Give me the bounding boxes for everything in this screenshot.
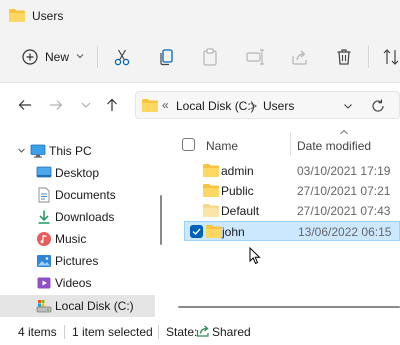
state-value: Shared	[212, 325, 251, 339]
share-icon[interactable]	[290, 47, 310, 67]
folder-icon	[206, 225, 222, 238]
paste-icon[interactable]	[200, 47, 220, 67]
sidebar-item-label: Videos	[55, 276, 92, 290]
sidebar-item-label: Desktop	[55, 166, 100, 180]
cut-icon[interactable]	[112, 47, 132, 67]
horizontal-scrollbar[interactable]	[178, 306, 400, 308]
sidebar-item-pictures[interactable]: Pictures	[0, 250, 155, 272]
drive-icon	[36, 300, 52, 313]
chevron-down-icon[interactable]	[17, 146, 26, 155]
copy-icon[interactable]	[156, 47, 176, 67]
status-divider	[64, 325, 65, 339]
chevron-down-icon[interactable]	[78, 97, 94, 113]
file-row-default[interactable]: Default 27/10/2021 07:43	[184, 201, 400, 221]
status-bar: 4 items 1 item selected State: Shared	[0, 319, 400, 345]
monitor-icon	[30, 144, 46, 158]
column-header-row: Name Date modified	[172, 127, 400, 157]
toolbar-divider	[97, 46, 98, 68]
sidebar-item-label: Documents	[55, 188, 116, 202]
file-date: 27/10/2021 07:21	[297, 184, 391, 198]
window-title: Users	[32, 9, 64, 23]
new-button[interactable]: New	[18, 43, 86, 71]
toolbar-divider	[368, 46, 369, 68]
desktop-icon	[36, 166, 52, 178]
sidebar-item-videos[interactable]: Videos	[0, 272, 155, 294]
sidebar-item-label: This PC	[49, 144, 92, 158]
file-row-admin[interactable]: admin 03/10/2021 17:19	[184, 161, 400, 181]
up-arrow-icon[interactable]	[104, 97, 120, 113]
sort-icon[interactable]	[382, 47, 400, 67]
select-all-checkbox[interactable]	[182, 138, 195, 151]
back-arrow-icon[interactable]	[17, 97, 33, 113]
new-button-label: New	[45, 50, 70, 64]
folder-icon	[9, 9, 25, 22]
column-header-name[interactable]: Name	[206, 139, 238, 153]
file-name: Default	[221, 204, 260, 218]
file-date: 03/10/2021 17:19	[297, 164, 391, 178]
breadcrumb-separator[interactable]: >	[250, 99, 257, 113]
documents-icon	[38, 187, 50, 203]
title-bar: Users	[0, 0, 400, 32]
navigation-bar: « Local Disk (C:) > Users	[0, 83, 400, 127]
sidebar-item-this-pc[interactable]: This PC	[0, 140, 155, 162]
music-icon	[37, 232, 51, 246]
navigation-pane: This PC Desktop Documents Downloads Musi…	[0, 127, 160, 319]
state-label: State:	[166, 325, 198, 339]
file-date: 13/06/2022 06:15	[298, 225, 392, 239]
chevron-down-icon[interactable]	[343, 102, 353, 110]
file-name: admin	[221, 164, 254, 178]
sidebar-item-label: Local Disk (C:)	[55, 299, 134, 313]
file-name: Public	[221, 184, 254, 198]
forward-arrow-icon[interactable]	[48, 97, 64, 113]
refresh-icon[interactable]	[370, 98, 386, 114]
rename-icon[interactable]	[245, 47, 265, 67]
breadcrumb-local-disk[interactable]: Local Disk (C:)	[176, 99, 255, 113]
sidebar-item-local-disk[interactable]: Local Disk (C:)	[0, 295, 155, 317]
breadcrumb-overflow[interactable]: «	[162, 98, 169, 112]
plus-circle-icon	[22, 49, 38, 65]
sort-chevron-icon	[340, 129, 348, 135]
address-bar[interactable]: « Local Disk (C:) > Users	[135, 91, 400, 119]
sidebar-item-label: Music	[55, 232, 87, 246]
file-row-john[interactable]: john 13/06/2022 06:15	[184, 221, 400, 241]
column-header-date-modified[interactable]: Date modified	[297, 139, 371, 153]
downloads-icon	[38, 210, 50, 224]
share-icon	[196, 325, 209, 337]
file-list: Name Date modified admin 03/10/2021 17:1…	[172, 127, 400, 319]
folder-icon	[203, 164, 219, 177]
folder-icon	[203, 204, 219, 217]
videos-icon	[37, 277, 51, 289]
sidebar-item-music[interactable]: Music	[0, 228, 155, 250]
file-row-public[interactable]: Public 27/10/2021 07:21	[184, 181, 400, 201]
folder-icon	[203, 184, 219, 197]
chevron-down-icon	[76, 54, 84, 59]
sidebar-item-desktop[interactable]: Desktop	[0, 162, 155, 184]
column-divider[interactable]	[290, 132, 291, 156]
sidebar-item-downloads[interactable]: Downloads	[0, 206, 155, 228]
mouse-pointer-icon	[249, 247, 261, 265]
sidebar-item-label: Pictures	[55, 254, 99, 268]
item-count: 4 items	[18, 325, 57, 339]
breadcrumb-users[interactable]: Users	[263, 99, 294, 113]
checkmark-icon[interactable]	[190, 225, 203, 238]
command-bar: New	[0, 32, 400, 82]
pictures-icon	[37, 255, 51, 267]
sidebar-scrollbar[interactable]	[160, 195, 162, 245]
sidebar-item-documents[interactable]: Documents	[0, 184, 155, 206]
sidebar-item-label: Downloads	[55, 210, 115, 224]
delete-icon[interactable]	[334, 47, 354, 67]
file-date: 27/10/2021 07:43	[297, 204, 391, 218]
file-name: john	[222, 225, 245, 239]
file-explorer-window: Users New « Local Disk (C:) > Users This…	[0, 0, 400, 345]
status-divider	[158, 325, 159, 339]
folder-icon	[142, 99, 158, 112]
selected-count: 1 item selected	[72, 325, 153, 339]
